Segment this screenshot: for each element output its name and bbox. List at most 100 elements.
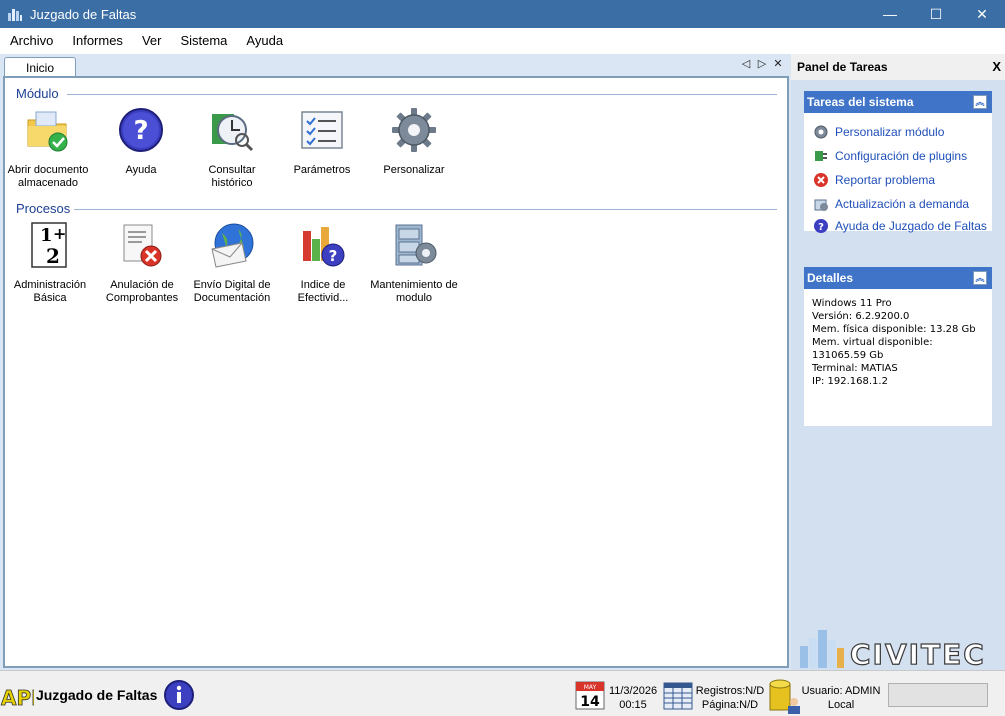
menu-bar: Archivo Informes Ver Sistema Ayuda <box>0 28 1005 54</box>
tab-scroll-right-icon[interactable]: ▷ <box>757 57 767 70</box>
tile-ayuda[interactable]: ? Ayuda <box>97 106 185 177</box>
tile-administracion-basica[interactable]: 1 + 2 Administración Básica <box>6 221 94 305</box>
help-icon: ? <box>814 219 828 233</box>
history-clock-icon <box>212 114 254 152</box>
gear-icon <box>392 108 436 152</box>
task-reportar-problema[interactable]: Reportar problema <box>804 168 992 192</box>
group-divider <box>67 94 777 95</box>
grid-icon <box>663 682 693 710</box>
tile-envio-digital[interactable]: Envío Digital de Documentación <box>188 221 276 305</box>
window-title: Juzgado de Faltas <box>30 6 137 22</box>
collapse-chevron-icon[interactable]: ︽ <box>973 95 987 109</box>
task-configuracion-plugins[interactable]: Configuración de plugins <box>804 144 992 168</box>
details-header[interactable]: Detalles ︽ <box>804 267 992 289</box>
group-divider <box>67 209 777 210</box>
error-icon <box>814 173 828 187</box>
system-tasks-box: Tareas del sistema ︽ Personalizar módulo… <box>804 91 992 233</box>
info-icon[interactable] <box>163 679 195 711</box>
tile-label: Consultar histórico <box>208 164 256 189</box>
task-panel-title: Panel de Tareas <box>797 60 888 74</box>
status-datetime: 11/3/2026 00:15 <box>606 684 660 712</box>
tile-label: Anulación de Comprobantes <box>105 279 179 304</box>
svg-text:?: ? <box>133 116 148 146</box>
tile-parametros[interactable]: Parámetros <box>278 106 366 177</box>
details-box: Detalles ︽ Windows 11 Pro Versión: 6.2.9… <box>804 267 992 426</box>
status-records: Registros:N/D Página:N/D <box>694 684 766 712</box>
menu-ayuda[interactable]: Ayuda <box>236 28 292 54</box>
chart-help-icon: ? <box>303 227 345 267</box>
details-terminal: Terminal: MATIAS <box>812 363 898 374</box>
task-panel: Panel de Tareas X Tareas del sistema ︽ P… <box>791 54 1005 670</box>
globe-mail-icon <box>211 223 254 268</box>
calendar-day: 14 <box>580 694 600 710</box>
tile-personalizar[interactable]: Personalizar <box>370 106 458 177</box>
menu-informes[interactable]: Informes <box>62 28 132 54</box>
logo-text: CIVITEC <box>850 638 986 670</box>
details-title: Detalles <box>807 271 854 285</box>
tile-anulacion-comprobantes[interactable]: Anulación de Comprobantes <box>98 221 186 305</box>
database-user-icon <box>769 679 800 714</box>
tab-strip: Inicio ◁ ▷ ✕ <box>0 54 791 77</box>
tile-indice-efectividad[interactable]: ? Indice de Efectivid... <box>279 221 367 305</box>
minimize-button[interactable]: — <box>867 0 913 28</box>
status-usuario: Usuario: ADMIN <box>801 685 881 697</box>
task-ayuda-juzgado[interactable]: ? Ayuda de Juzgado de Faltas <box>804 216 992 236</box>
close-button[interactable]: ✕ <box>959 0 1005 28</box>
status-time: 00:15 <box>619 699 647 711</box>
tile-label: Ayuda <box>125 164 157 176</box>
menu-sistema[interactable]: Sistema <box>170 28 236 54</box>
collapse-chevron-icon[interactable]: ︽ <box>973 271 987 285</box>
tab-navigation: ◁ ▷ ✕ <box>741 57 783 70</box>
task-panel-header: Panel de Tareas X <box>791 54 1005 80</box>
details-version: Versión: 6.2.9200.0 <box>812 311 910 322</box>
task-panel-close-button[interactable]: X <box>992 59 1001 74</box>
details-ip: IP: 192.168.1.2 <box>812 376 888 387</box>
status-bar: API Juzgado de Faltas MAY 14 11/3/2026 0… <box>0 670 1005 716</box>
tile-consultar-historico[interactable]: Consultar histórico <box>188 106 276 190</box>
svg-text:?: ? <box>818 222 824 233</box>
update-icon <box>814 199 828 211</box>
calendar-month: MAY <box>584 684 597 691</box>
api-logo-text: API <box>1 686 34 710</box>
tile-label: Mantenimiento de modulo <box>370 279 458 304</box>
window-controls: — ☐ ✕ <box>867 0 1005 28</box>
tile-label: Parámetros <box>293 164 351 176</box>
details-physical-memory: Mem. física disponible: 13.28 Gb <box>812 324 976 335</box>
app-logo-icon <box>8 9 22 21</box>
checklist-icon <box>301 111 343 149</box>
numbers-icon: 1 + 2 <box>31 222 67 268</box>
tile-abrir-documento[interactable]: Abrir documento almacenado <box>4 106 92 190</box>
task-personalizar-modulo[interactable]: Personalizar módulo <box>804 120 992 144</box>
calendar-icon: MAY 14 <box>575 681 605 710</box>
system-tasks-title: Tareas del sistema <box>807 95 914 109</box>
tab-scroll-left-icon[interactable]: ◁ <box>741 57 751 70</box>
maximize-button[interactable]: ☐ <box>913 0 959 28</box>
status-registros: Registros:N/D <box>695 685 765 697</box>
details-virtual-memory-label: Mem. virtual disponible: <box>812 337 933 348</box>
menu-ver[interactable]: Ver <box>132 28 171 54</box>
tab-close-icon[interactable]: ✕ <box>773 57 783 70</box>
tile-label: Administración Básica <box>13 279 87 304</box>
group-title-procesos: Procesos <box>16 201 75 216</box>
svg-text:?: ? <box>329 247 338 265</box>
cabinet-gear-icon <box>395 224 437 266</box>
status-user: Usuario: ADMIN Local <box>800 684 882 712</box>
system-tasks-header[interactable]: Tareas del sistema ︽ <box>804 91 992 113</box>
title-bar: Juzgado de Faltas — ☐ ✕ <box>0 0 1005 28</box>
gear-icon <box>814 125 828 139</box>
document-cancel-icon <box>123 224 162 267</box>
details-content: Windows 11 Pro Versión: 6.2.9200.0 Mem. … <box>804 289 992 396</box>
tile-label: Abrir documento almacenado <box>7 164 89 189</box>
main-area: Inicio ◁ ▷ ✕ Módulo Abrir documento alma… <box>0 54 791 670</box>
status-date: 11/3/2026 <box>608 685 658 697</box>
api-logo-icon: API <box>1 686 34 711</box>
tile-mantenimiento-modulo[interactable]: Mantenimiento de modulo <box>370 221 458 305</box>
tile-label: Personalizar <box>383 164 445 176</box>
group-title-modulo: Módulo <box>16 86 63 101</box>
menu-archivo[interactable]: Archivo <box>0 28 62 54</box>
svg-text:2: 2 <box>46 244 60 268</box>
help-icon: ? <box>119 108 163 152</box>
plugin-icon <box>815 151 827 161</box>
task-actualizacion-demanda[interactable]: Actualización a demanda <box>804 192 992 216</box>
tab-inicio[interactable]: Inicio <box>4 57 76 77</box>
